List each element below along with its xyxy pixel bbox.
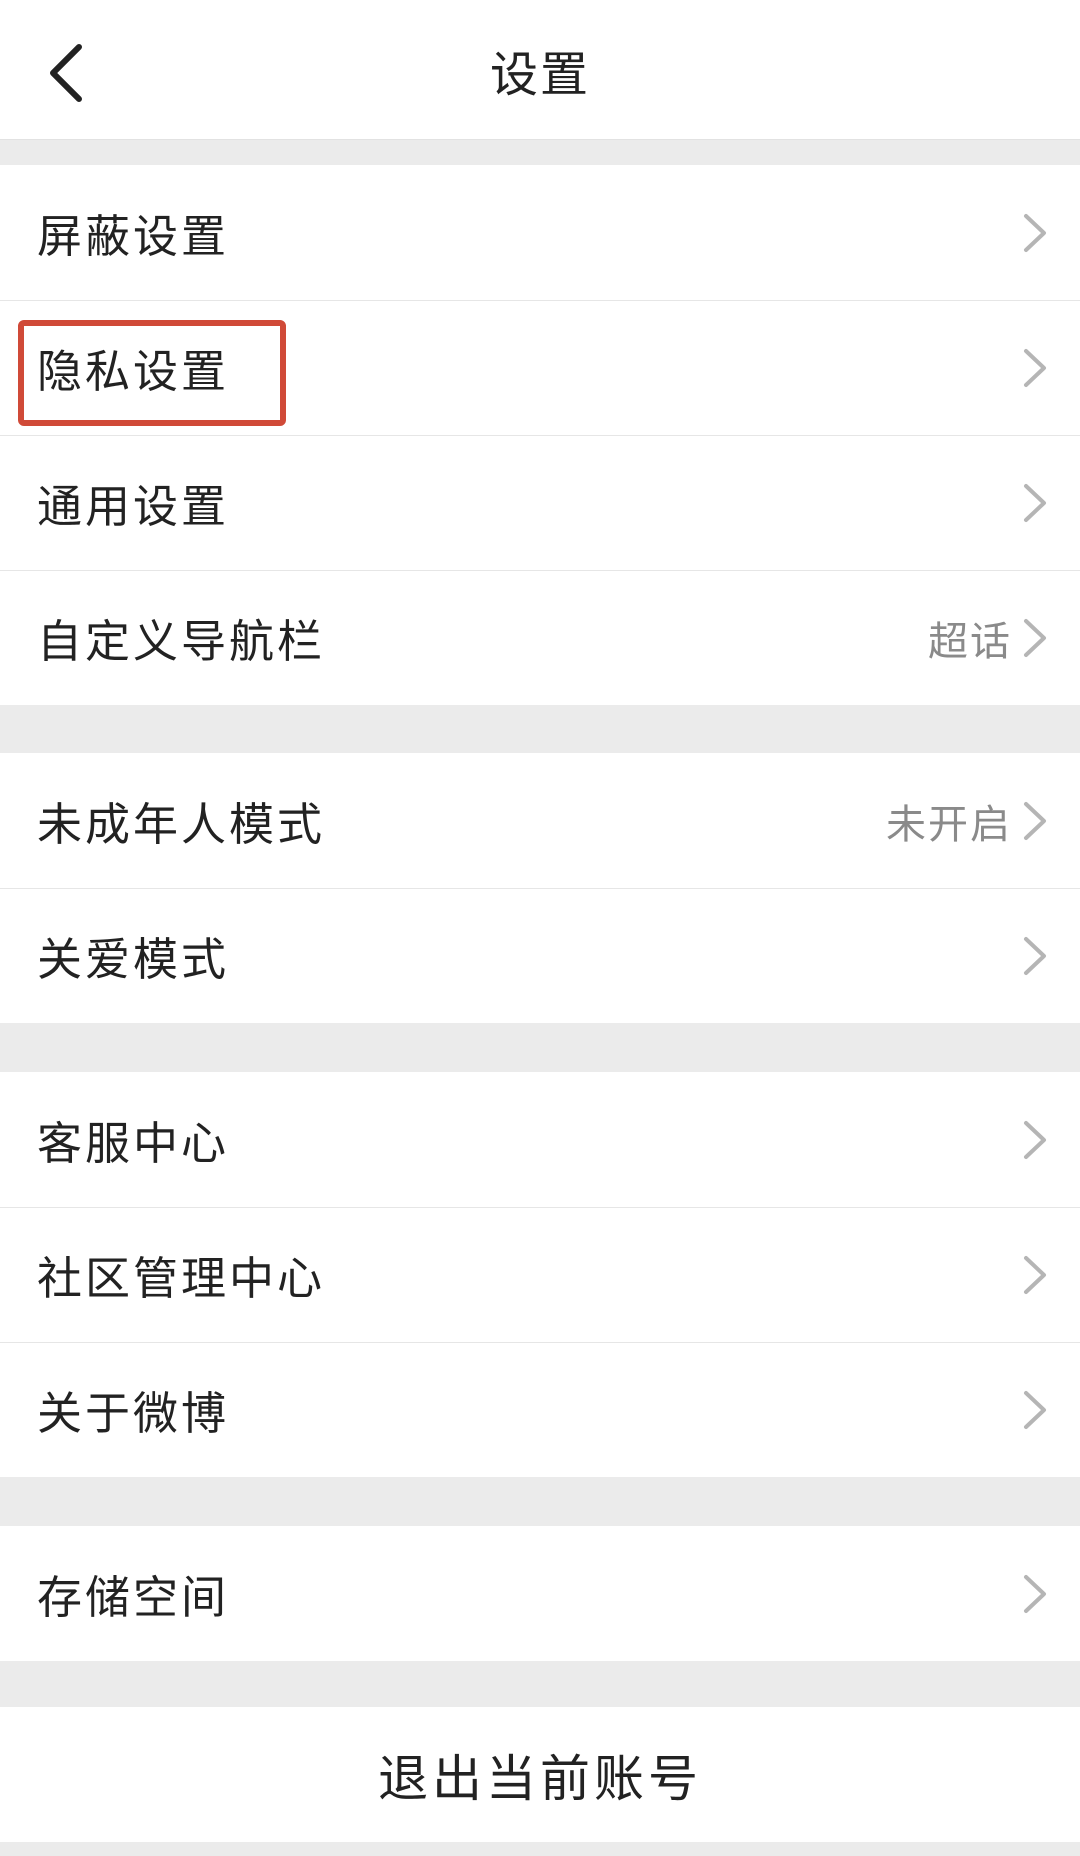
settings-group-2: 未成年人模式 未开启 关爱模式 xyxy=(0,753,1080,1023)
chevron-right-icon xyxy=(1024,1255,1046,1294)
settings-item-label: 社区管理中心 xyxy=(37,1252,326,1305)
nav-bar: 设置 xyxy=(0,0,1080,140)
settings-item-general[interactable]: 通用设置 xyxy=(0,435,1080,570)
chevron-right-icon xyxy=(1024,1120,1046,1159)
settings-page: 设置 屏蔽设置 隐私设置 通用设置 自定义导航栏 超话 未成年人模式 未开启 关… xyxy=(0,0,1080,1856)
settings-item-label: 存储空间 xyxy=(37,1571,230,1624)
settings-item-label: 自定义导航栏 xyxy=(37,615,326,668)
settings-item-community-management[interactable]: 社区管理中心 xyxy=(0,1207,1080,1342)
chevron-right-icon xyxy=(1024,618,1046,657)
page-title: 设置 xyxy=(489,47,590,103)
settings-item-care-mode[interactable]: 关爱模式 xyxy=(0,888,1080,1023)
chevron-right-icon xyxy=(1024,483,1046,522)
settings-item-label: 客服中心 xyxy=(37,1117,230,1170)
settings-item-label: 关爱模式 xyxy=(37,933,230,986)
chevron-right-icon xyxy=(1024,213,1046,252)
settings-group-3: 客服中心 社区管理中心 关于微博 xyxy=(0,1072,1080,1477)
settings-item-label: 屏蔽设置 xyxy=(37,210,230,263)
settings-group-1: 屏蔽设置 隐私设置 通用设置 自定义导航栏 超话 xyxy=(0,165,1080,705)
chevron-right-icon xyxy=(1024,936,1046,975)
chevron-right-icon xyxy=(1024,801,1046,840)
settings-item-customer-service[interactable]: 客服中心 xyxy=(0,1072,1080,1207)
settings-item-label: 通用设置 xyxy=(37,480,230,533)
settings-item-label: 隐私设置 xyxy=(37,345,230,398)
settings-item-about[interactable]: 关于微博 xyxy=(0,1342,1080,1477)
settings-item-minor-mode[interactable]: 未成年人模式 未开启 xyxy=(0,753,1080,888)
settings-item-label: 未成年人模式 xyxy=(37,798,326,851)
settings-item-value: 未开启 xyxy=(886,801,1012,848)
settings-item-custom-nav[interactable]: 自定义导航栏 超话 xyxy=(0,570,1080,705)
chevron-right-icon xyxy=(1024,348,1046,387)
settings-item-value: 超话 xyxy=(928,618,1012,665)
chevron-right-icon xyxy=(1024,1574,1046,1613)
logout-button[interactable]: 退出当前账号 xyxy=(0,1707,1080,1842)
settings-item-block[interactable]: 屏蔽设置 xyxy=(0,165,1080,300)
settings-item-label: 关于微博 xyxy=(37,1387,230,1440)
settings-item-storage[interactable]: 存储空间 xyxy=(0,1526,1080,1661)
settings-item-privacy[interactable]: 隐私设置 xyxy=(0,300,1080,435)
chevron-right-icon xyxy=(1024,1390,1046,1429)
settings-group-4: 存储空间 xyxy=(0,1526,1080,1661)
